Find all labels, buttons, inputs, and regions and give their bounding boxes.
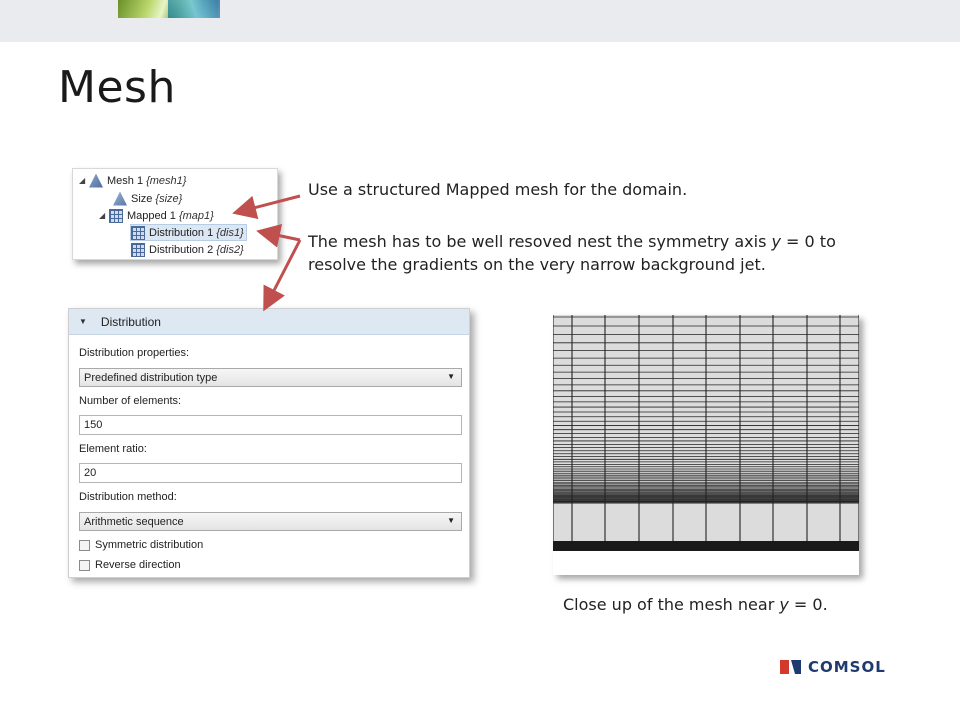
tree-item-mesh1[interactable]: ◢ Mesh 1 {mesh1}: [79, 172, 186, 189]
checkbox-box[interactable]: [79, 559, 90, 571]
section-header-distribution[interactable]: ▼ Distribution: [69, 309, 469, 335]
element-ratio-label: Element ratio:: [79, 443, 147, 455]
dropdown-arrow-icon: ▼: [447, 516, 455, 525]
distribution-method-label: Distribution method:: [79, 491, 177, 503]
comsol-logo: COMSOL: [780, 658, 886, 676]
tree-item-label: Mesh 1: [107, 174, 144, 187]
checkbox-label: Reverse direction: [95, 559, 181, 571]
tree-item-label: Size: [131, 192, 153, 205]
tree-item-label: Distribution 2: [149, 243, 214, 256]
description-resolution: The mesh has to be well resoved nest the…: [308, 230, 868, 276]
description-mapped-mesh: Use a structured Mapped mesh for the dom…: [308, 180, 688, 199]
checkbox-box[interactable]: [79, 539, 90, 551]
tree-item-distribution2[interactable]: Distribution 2 {dis2}: [131, 241, 244, 258]
tree-item-size[interactable]: Size {size}: [113, 190, 182, 207]
description-text: The mesh has to be well resoved nest the…: [308, 232, 772, 251]
variable-y: y: [779, 595, 789, 614]
number-of-elements-label: Number of elements:: [79, 395, 182, 407]
tree-item-tag: {size}: [155, 192, 183, 205]
tree-item-mapped1[interactable]: ◢ Mapped 1 {map1}: [99, 207, 214, 224]
mesh-closeup-plot: [553, 315, 859, 575]
distribution-properties-label: Distribution properties:: [79, 347, 190, 359]
tree-item-tag: {dis2}: [216, 243, 244, 256]
tree-item-tag: {mesh1}: [146, 174, 187, 187]
tree-item-label: Mapped 1: [127, 209, 176, 222]
banner-artwork-accent: [168, 0, 220, 18]
dropdown-arrow-icon: ▼: [447, 372, 455, 381]
tree-item-distribution1[interactable]: Distribution 1 {dis1}: [130, 224, 247, 241]
symmetric-distribution-checkbox[interactable]: Symmetric distribution: [79, 539, 203, 551]
reverse-direction-checkbox[interactable]: Reverse direction: [79, 559, 181, 571]
distribution-settings-panel: ▼ Distribution Distribution properties: …: [68, 308, 470, 578]
select-value: Arithmetic sequence: [84, 515, 184, 528]
size-icon: [113, 191, 127, 206]
number-of-elements-input[interactable]: 150: [79, 415, 462, 435]
variable-y: y: [771, 232, 781, 251]
element-ratio-input[interactable]: 20: [79, 463, 462, 483]
checkbox-label: Symmetric distribution: [95, 539, 204, 551]
section-title: Distribution: [100, 314, 161, 329]
collapse-icon[interactable]: ◢: [79, 176, 89, 185]
mesh-grid: [553, 315, 859, 551]
caption-text: = 0.: [788, 595, 828, 614]
mesh-caption: Close up of the mesh near y = 0.: [563, 595, 828, 614]
tree-item-label: Distribution 1: [149, 226, 214, 239]
mesh-icon: [89, 173, 103, 188]
collapse-icon[interactable]: ◢: [99, 211, 109, 220]
tree-item-tag: {dis1}: [216, 226, 244, 239]
caption-text: Close up of the mesh near: [563, 595, 780, 614]
mesh-dense-band: [553, 541, 859, 551]
top-banner: [0, 0, 960, 42]
comsol-logo-icon: [780, 660, 802, 674]
collapse-icon[interactable]: ▼: [79, 317, 87, 326]
page-title: Mesh: [58, 62, 176, 113]
distribution-icon: [131, 225, 145, 240]
select-value: Predefined distribution type: [84, 371, 218, 384]
tree-item-tag: {map1}: [178, 209, 214, 222]
model-tree: ◢ Mesh 1 {mesh1} Size {size} ◢ Mapped 1 …: [72, 168, 278, 260]
logo-text: COMSOL: [808, 658, 886, 676]
distribution-icon: [131, 242, 145, 257]
mapped-icon: [109, 208, 123, 223]
distribution-method-select[interactable]: Arithmetic sequence ▼: [79, 512, 462, 531]
distribution-properties-select[interactable]: Predefined distribution type ▼: [79, 368, 462, 387]
